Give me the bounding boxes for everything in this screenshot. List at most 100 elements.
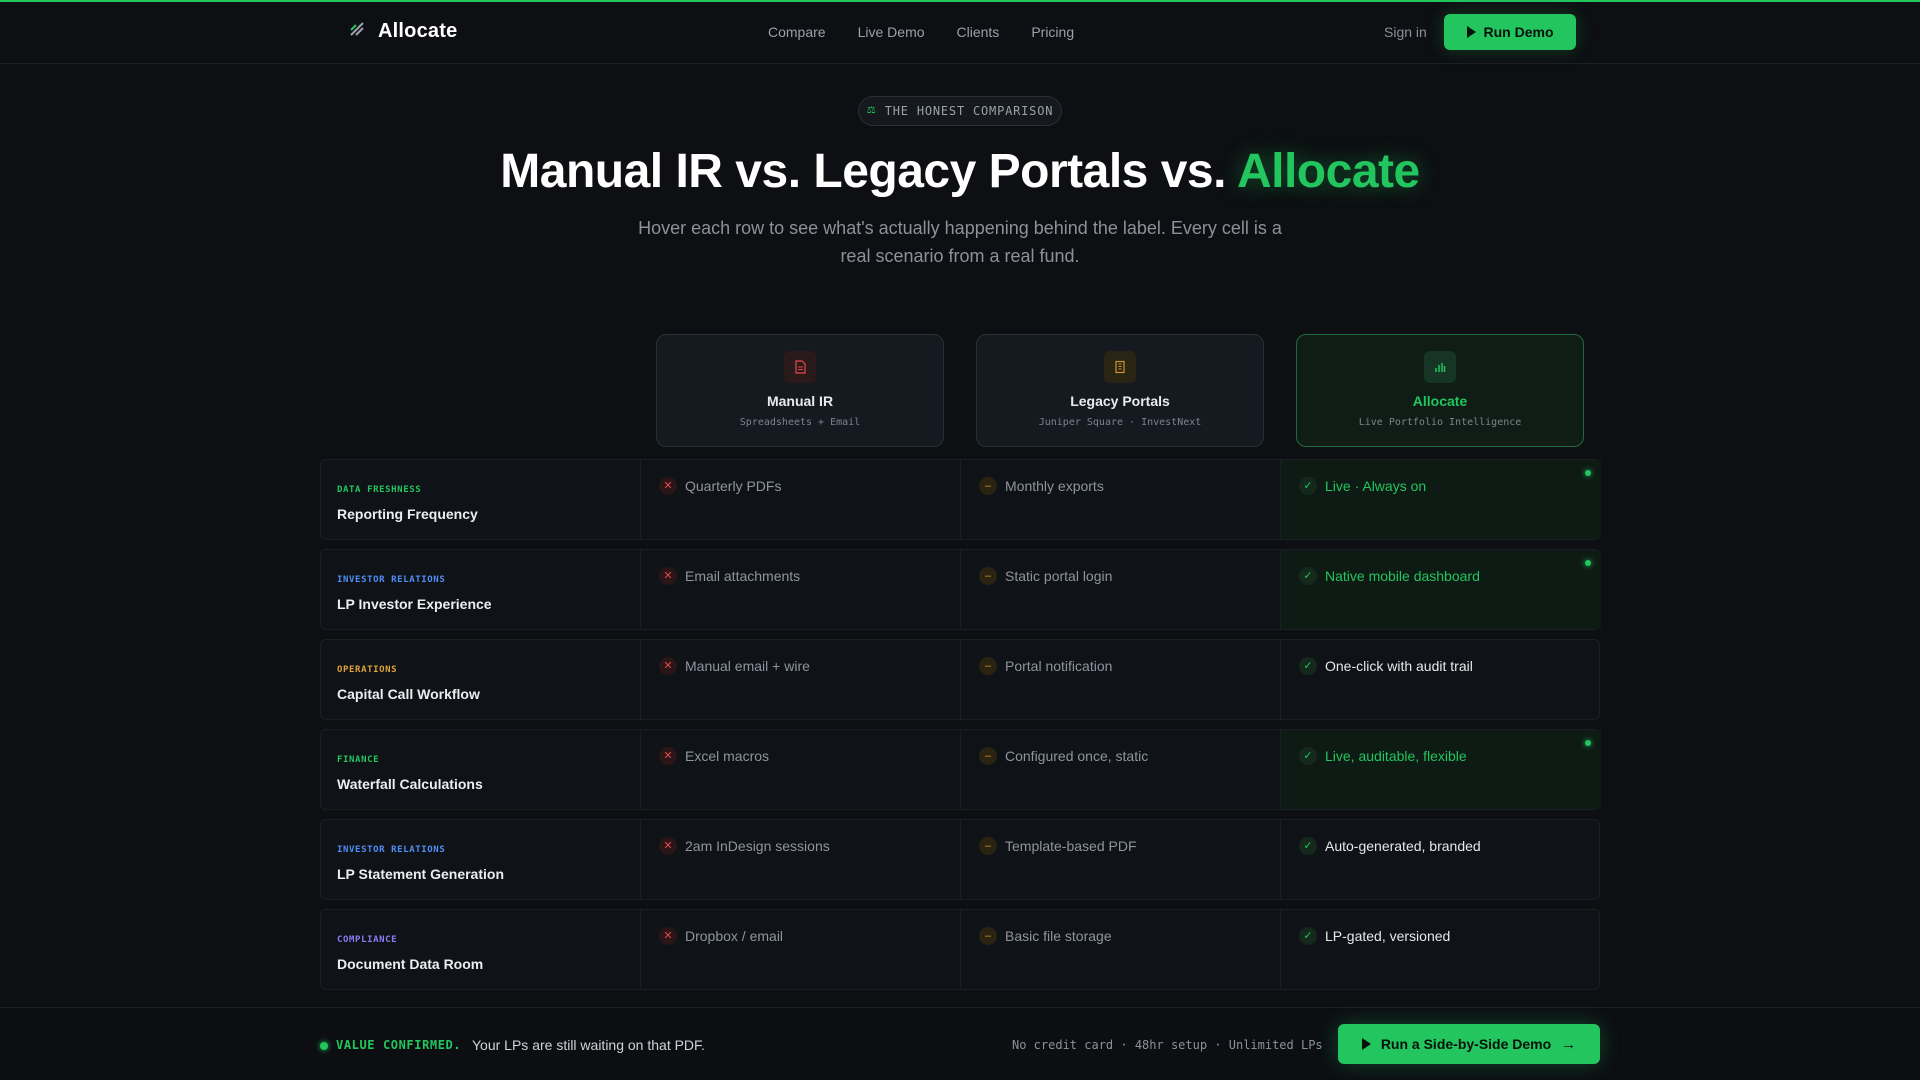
cta-label: Run a Side-by-Side Demo	[1380, 1036, 1552, 1052]
allocate-cell: ✓ Live, auditable, flexible	[1281, 730, 1601, 809]
side-by-side-demo-button[interactable]: Run a Side-by-Side Demo →	[1338, 1024, 1600, 1064]
comparison-row[interactable]: OPERATIONS Capital Call Workflow ✕ Manual…	[320, 639, 1600, 720]
building-icon	[1104, 351, 1136, 383]
page-subtitle: Hover each row to see what's actually ha…	[638, 218, 1282, 266]
play-icon	[1361, 1038, 1371, 1050]
row-title: Waterfall Calculations	[337, 776, 483, 792]
cell-text: Basic file storage	[1005, 928, 1112, 944]
cell-text: Auto-generated, branded	[1325, 838, 1481, 854]
row-label: INVESTOR RELATIONS LP Investor Experienc…	[321, 550, 641, 629]
nav-link-live-demo[interactable]: Live Demo	[858, 24, 925, 40]
cell-text: Email attachments	[685, 568, 801, 584]
logo-icon	[348, 20, 366, 43]
nav-link-clients[interactable]: Clients	[957, 24, 1000, 40]
cell-text: Monthly exports	[1005, 478, 1104, 494]
cell-text: Native mobile dashboard	[1325, 568, 1480, 584]
column-sub: Live Portfolio Intelligence	[1358, 417, 1522, 428]
row-category: FINANCE	[337, 755, 380, 765]
comparison-row[interactable]: COMPLIANCE Document Data Room ✕ Dropbox /…	[320, 909, 1600, 990]
run-demo-button[interactable]: Run Demo	[1444, 14, 1576, 50]
cell-text: Quarterly PDFs	[685, 478, 782, 494]
allocate-cell: ✓ One-click with audit trail	[1281, 640, 1601, 719]
cell-text: Excel macros	[685, 748, 770, 764]
cell-text: Dropbox / email	[685, 928, 784, 944]
cell-text: One-click with audit trail	[1325, 658, 1473, 674]
comparison-row[interactable]: INVESTOR RELATIONS LP Investor Experienc…	[320, 549, 1601, 630]
column-header-allocate: Allocate Live Portfolio Intelligence	[1296, 334, 1584, 447]
row-title: Document Data Room	[337, 956, 484, 972]
bar-chart-icon	[1424, 351, 1456, 383]
cell-text: Live · Always on	[1325, 478, 1427, 494]
title-main: Manual IR vs. Legacy Portals vs.	[500, 145, 1237, 198]
live-indicator-dot	[1585, 470, 1591, 476]
nav-link-compare[interactable]: Compare	[768, 24, 826, 40]
cell-text: Configured once, static	[1005, 748, 1149, 764]
column-header-manual-ir: Manual IR Spreadsheets + Email	[656, 334, 944, 447]
comparison-row[interactable]: INVESTOR RELATIONS LP Statement Generati…	[320, 819, 1600, 900]
eyebrow-text: THE HONEST COMPARISON	[884, 104, 1054, 118]
brand-logo[interactable]: Allocate	[348, 20, 457, 43]
cta-note: No credit card · 48hr setup · Unlimited …	[1012, 1038, 1323, 1052]
row-category: COMPLIANCE	[337, 935, 398, 945]
row-title: Reporting Frequency	[337, 506, 478, 522]
comparison-row[interactable]: DATA FRESHNESS Reporting Frequency ✕ Quar…	[320, 459, 1601, 540]
play-icon	[1466, 26, 1476, 38]
status-dot	[320, 1042, 328, 1050]
x-icon: ✕	[659, 477, 677, 495]
row-label: COMPLIANCE Document Data Room	[321, 910, 641, 989]
check-icon: ✓	[1299, 657, 1317, 675]
dash-icon: –	[979, 837, 997, 855]
nav-links: Compare Live Demo Clients Pricing	[768, 24, 1074, 40]
manual-cell: ✕ 2am InDesign sessions	[641, 820, 961, 899]
x-icon: ✕	[659, 927, 677, 945]
row-label: OPERATIONS Capital Call Workflow	[321, 640, 641, 719]
column-name: Allocate	[1412, 393, 1468, 409]
check-icon: ✓	[1299, 927, 1317, 945]
column-sub: Juniper Square · InvestNext	[1038, 417, 1202, 428]
x-icon: ✕	[659, 657, 677, 675]
dash-icon: –	[979, 747, 997, 765]
dash-icon: –	[979, 567, 997, 585]
live-indicator-dot	[1585, 560, 1591, 566]
scale-icon: ⚖	[866, 105, 876, 116]
check-icon: ✓	[1299, 747, 1317, 765]
comparison-row[interactable]: FINANCE Waterfall Calculations ✕ Excel ma…	[320, 729, 1601, 810]
sign-in-link[interactable]: Sign in	[1384, 24, 1427, 40]
cell-text: LP-gated, versioned	[1325, 928, 1451, 944]
cell-text: Static portal login	[1005, 568, 1113, 584]
cell-text: Portal notification	[1005, 658, 1113, 674]
dash-icon: –	[979, 657, 997, 675]
row-title: Capital Call Workflow	[337, 686, 480, 702]
column-name: Manual IR	[766, 393, 834, 409]
eyebrow-pill: ⚖ THE HONEST COMPARISON	[858, 96, 1062, 126]
x-icon: ✕	[659, 567, 677, 585]
column-name: Legacy Portals	[1070, 393, 1170, 409]
manual-cell: ✕ Quarterly PDFs	[641, 460, 961, 539]
row-label: FINANCE Waterfall Calculations	[321, 730, 641, 809]
legacy-cell: – Static portal login	[961, 550, 1281, 629]
cell-text: Manual email + wire	[685, 658, 810, 674]
legacy-cell: – Monthly exports	[961, 460, 1281, 539]
column-header-legacy-portals: Legacy Portals Juniper Square · InvestNe…	[976, 334, 1264, 447]
live-indicator-dot	[1585, 740, 1591, 746]
x-icon: ✕	[659, 837, 677, 855]
manual-cell: ✕ Excel macros	[641, 730, 961, 809]
cell-text: Live, auditable, flexible	[1325, 748, 1467, 764]
allocate-cell: ✓ Auto-generated, branded	[1281, 820, 1601, 899]
row-title: LP Statement Generation	[337, 866, 505, 882]
allocate-cell: ✓ Live · Always on	[1281, 460, 1601, 539]
check-icon: ✓	[1299, 477, 1317, 495]
cell-text: Template-based PDF	[1005, 838, 1137, 854]
row-category: INVESTOR RELATIONS	[337, 575, 446, 585]
row-category: OPERATIONS	[337, 665, 398, 675]
page-title: Manual IR vs. Legacy Portals vs. Allocat…	[0, 144, 1920, 199]
manual-cell: ✕ Dropbox / email	[641, 910, 961, 989]
nav-link-pricing[interactable]: Pricing	[1031, 24, 1074, 40]
manual-cell: ✕ Email attachments	[641, 550, 961, 629]
check-icon: ✓	[1299, 567, 1317, 585]
arrow-right-icon: →	[1561, 1035, 1577, 1053]
manual-cell: ✕ Manual email + wire	[641, 640, 961, 719]
row-label: DATA FRESHNESS Reporting Frequency	[321, 460, 641, 539]
sticky-cta-bar: VALUE CONFIRMED. Your LPs are still wait…	[0, 1007, 1920, 1080]
check-icon: ✓	[1299, 837, 1317, 855]
